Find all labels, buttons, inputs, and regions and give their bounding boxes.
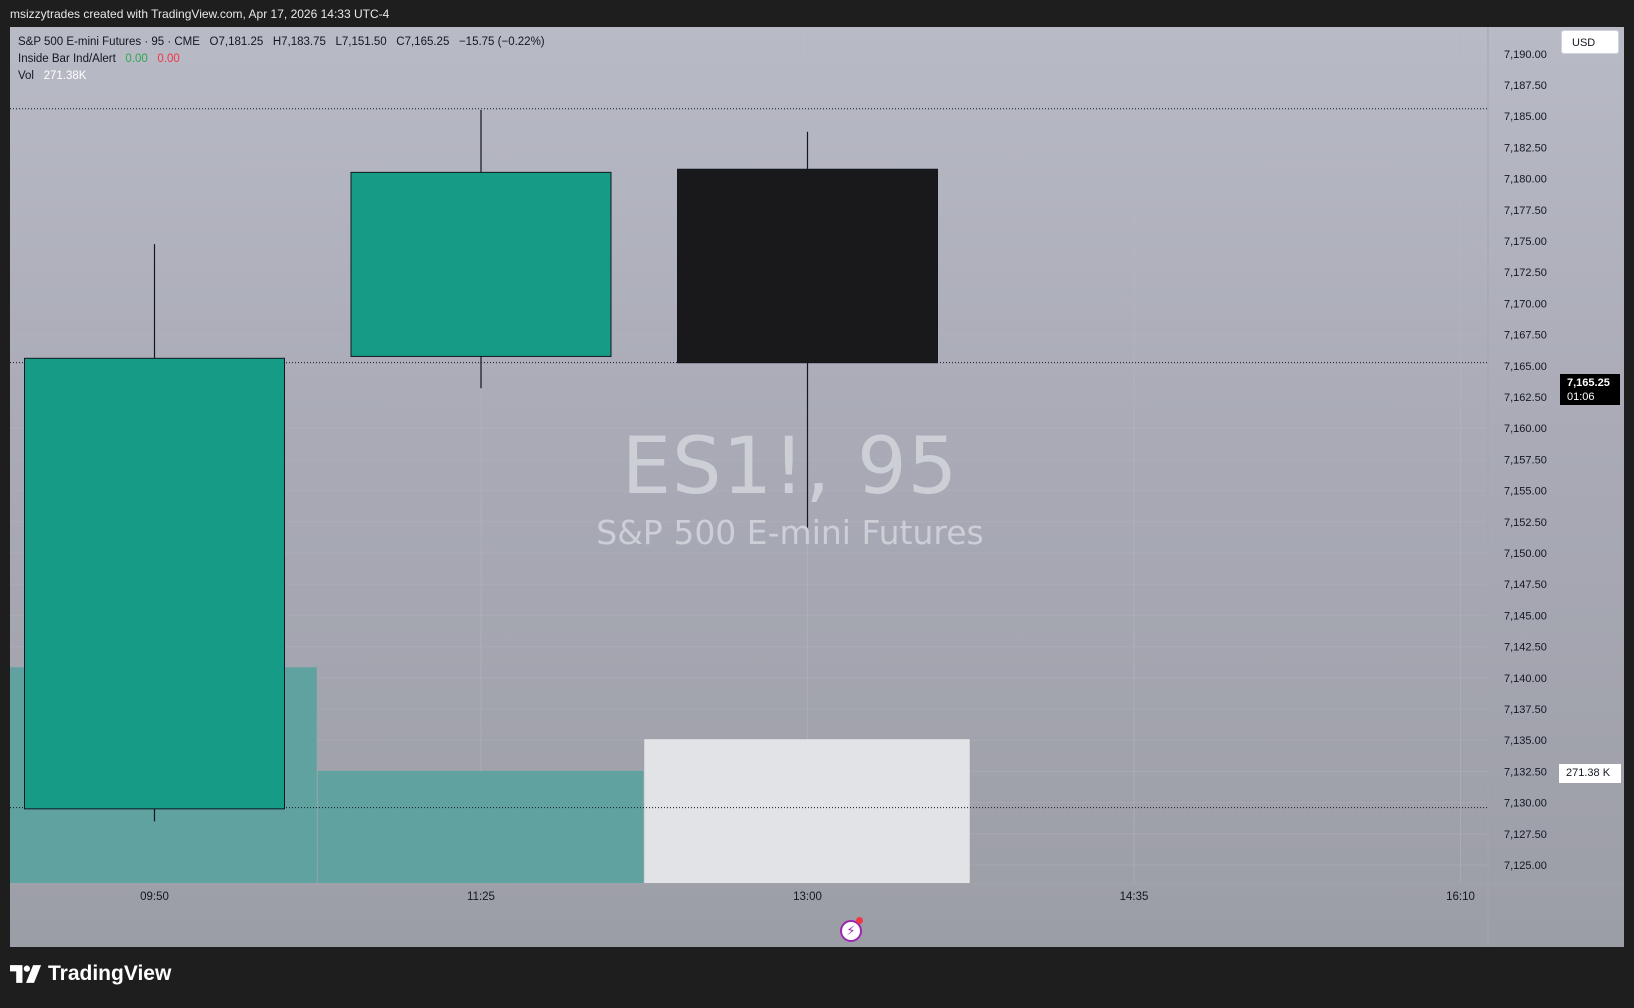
volume-bar [644,739,970,883]
y-axis-tick-label: 7,177.50 [1504,205,1547,217]
currency-button[interactable]: USD [1561,30,1619,54]
tradingview-logo-icon [10,965,42,983]
indicator-value-2: 0.00 [157,53,180,65]
y-axis-tick-label: 7,150.00 [1504,548,1547,560]
candle-body [677,168,938,364]
indicator-name[interactable]: Inside Bar Ind/Alert [18,53,116,65]
notification-dot [856,917,863,924]
y-axis-tick-label: 7,137.50 [1504,704,1547,716]
last-price-label: 7,165.25 01:06 [1560,374,1620,405]
volume-axis-label: 271.38 K [1559,764,1621,783]
y-axis-tick-label: 7,172.50 [1504,267,1547,279]
y-axis-tick-label: 7,157.50 [1504,454,1547,466]
y-axis-tick-label: 7,142.50 [1504,642,1547,654]
indicator-legend-row[interactable]: Inside Bar Ind/Alert 0.00 0.00 [18,51,545,68]
y-axis-tick-label: 7,147.50 [1504,579,1547,591]
y-axis-tick-label: 7,162.50 [1504,392,1547,404]
high-value: H7,183.75 [272,36,326,48]
y-axis-tick-label: 7,175.00 [1504,236,1547,248]
symbol-title[interactable]: S&P 500 E-mini Futures · 95 · CME [18,36,200,48]
y-axis-tick-label: 7,165.00 [1504,361,1547,373]
candle-body [24,357,285,810]
close-value: C7,165.25 [396,36,450,48]
tradingview-branding[interactable]: TradingView [10,958,171,990]
chart-area[interactable]: 7,125.00 7,127.50 7,130.00 7,132.50 7,135.00… [10,27,1624,947]
indicator-value-1: 0.00 [125,53,148,65]
y-axis-tick-label: 7,190.00 [1504,49,1547,61]
price-chart[interactable]: 7,125.00 7,127.50 7,130.00 7,132.50 7,135.00… [10,27,1624,947]
low-value: L7,151.50 [335,36,387,48]
x-axis-tick-label: 13:00 [793,891,822,903]
volume-value: 271.38K [43,70,87,82]
open-value: O7,181.25 [209,36,264,48]
symbol-legend-row[interactable]: S&P 500 E-mini Futures · 95 · CME O7,181… [18,34,545,51]
x-axis-tick-label: 14:35 [1120,891,1149,903]
last-price-value: 7,165.25 [1567,377,1610,389]
volume-bar [317,770,644,883]
x-axis-tick-label: 09:50 [140,891,169,903]
y-axis-tick-label: 7,125.00 [1504,860,1547,872]
tradingview-brand-text: TradingView [48,962,172,985]
y-axis-tick-label: 7,135.00 [1504,735,1547,747]
y-axis-tick-label: 7,127.50 [1504,829,1547,841]
y-axis-tick-label: 7,180.00 [1504,174,1547,186]
y-axis-tick-label: 7,160.00 [1504,423,1547,435]
bar-countdown: 01:06 [1567,391,1595,403]
y-axis-tick-label: 7,130.00 [1504,798,1547,810]
y-axis-tick-label: 7,155.00 [1504,486,1547,498]
y-axis-tick-label: 7,167.50 [1504,330,1547,342]
change-value: −15.75 (−0.22%) [458,36,545,48]
volume-legend-row[interactable]: Vol 271.38K [18,68,545,85]
y-axis-tick-label: 7,152.50 [1504,517,1547,529]
y-axis-tick-label: 7,140.00 [1504,673,1547,685]
chart-legend: S&P 500 E-mini Futures · 95 · CME O7,181… [18,34,545,85]
candle-body [350,171,612,357]
y-axis-tick-label: 7,145.00 [1504,610,1547,622]
x-axis-tick-label: 16:10 [1446,891,1475,903]
y-axis-tick-label: 7,170.00 [1504,298,1547,310]
y-axis-tick-label: 7,182.50 [1504,142,1547,154]
chart-attribution: msizzytrades created with TradingView.co… [10,7,390,21]
volume-label[interactable]: Vol [18,70,34,82]
y-axis-tick-label: 7,185.00 [1504,111,1547,123]
y-axis-tick-label: 7,132.50 [1504,766,1547,778]
x-axis-tick-label: 11:25 [467,891,495,903]
y-axis-tick-label: 7,187.50 [1504,80,1547,92]
